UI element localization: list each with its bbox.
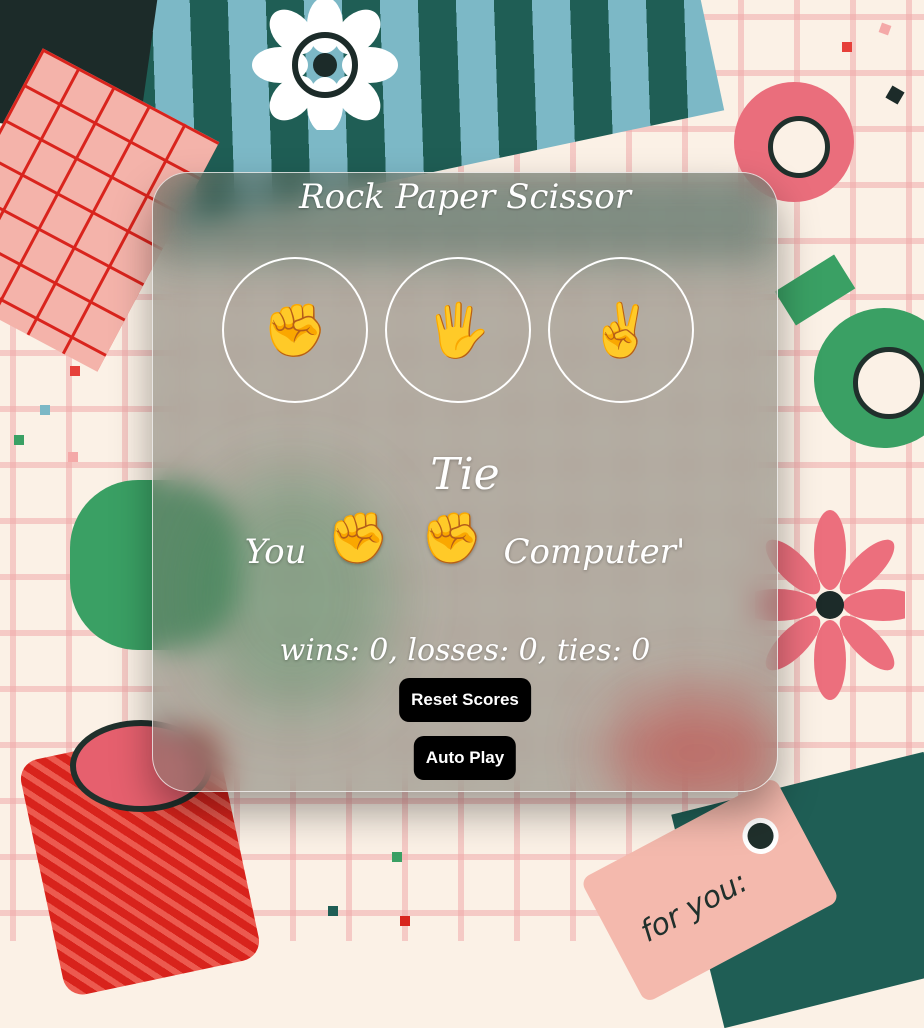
computer-label: Computer': [503, 532, 686, 572]
paper-button[interactable]: 🖐: [385, 257, 531, 403]
scissors-button[interactable]: ✌: [548, 257, 694, 403]
confetti: [328, 906, 338, 916]
victory-hand-icon: ✌: [588, 301, 654, 360]
rock-fist-icon: ✊: [262, 301, 328, 360]
card-blur-red: [607, 693, 777, 791]
confetti: [68, 452, 78, 462]
you-label: You: [244, 532, 307, 572]
player-move-fist-icon: ✊: [327, 509, 390, 567]
page-title: Rock Paper Scissor: [299, 177, 631, 217]
confetti: [392, 852, 402, 862]
game-card: Rock Paper Scissor ✊ 🖐 ✌ Tie You ✊ ✊ Com…: [152, 172, 778, 792]
round-result: Tie: [430, 449, 500, 500]
computer-move-fist-icon: ✊: [420, 509, 483, 567]
gift-tag-text: for you:: [634, 864, 754, 950]
auto-play-button[interactable]: Auto Play: [413, 736, 517, 780]
rock-button[interactable]: ✊: [222, 257, 368, 403]
round-moves: You ✊ ✊ Computer': [153, 509, 777, 572]
reset-scores-button[interactable]: Reset Scores: [399, 678, 531, 722]
confetti: [40, 405, 50, 415]
confetti: [842, 42, 852, 52]
confetti: [14, 435, 24, 445]
score-text: wins: 0, losses: 0, ties: 0: [279, 633, 651, 668]
confetti: [400, 916, 410, 926]
confetti: [70, 366, 80, 376]
raised-hand-icon: 🖐: [425, 301, 491, 360]
gift-tag-hole: [736, 811, 785, 861]
background-white-flower: [252, 0, 398, 130]
